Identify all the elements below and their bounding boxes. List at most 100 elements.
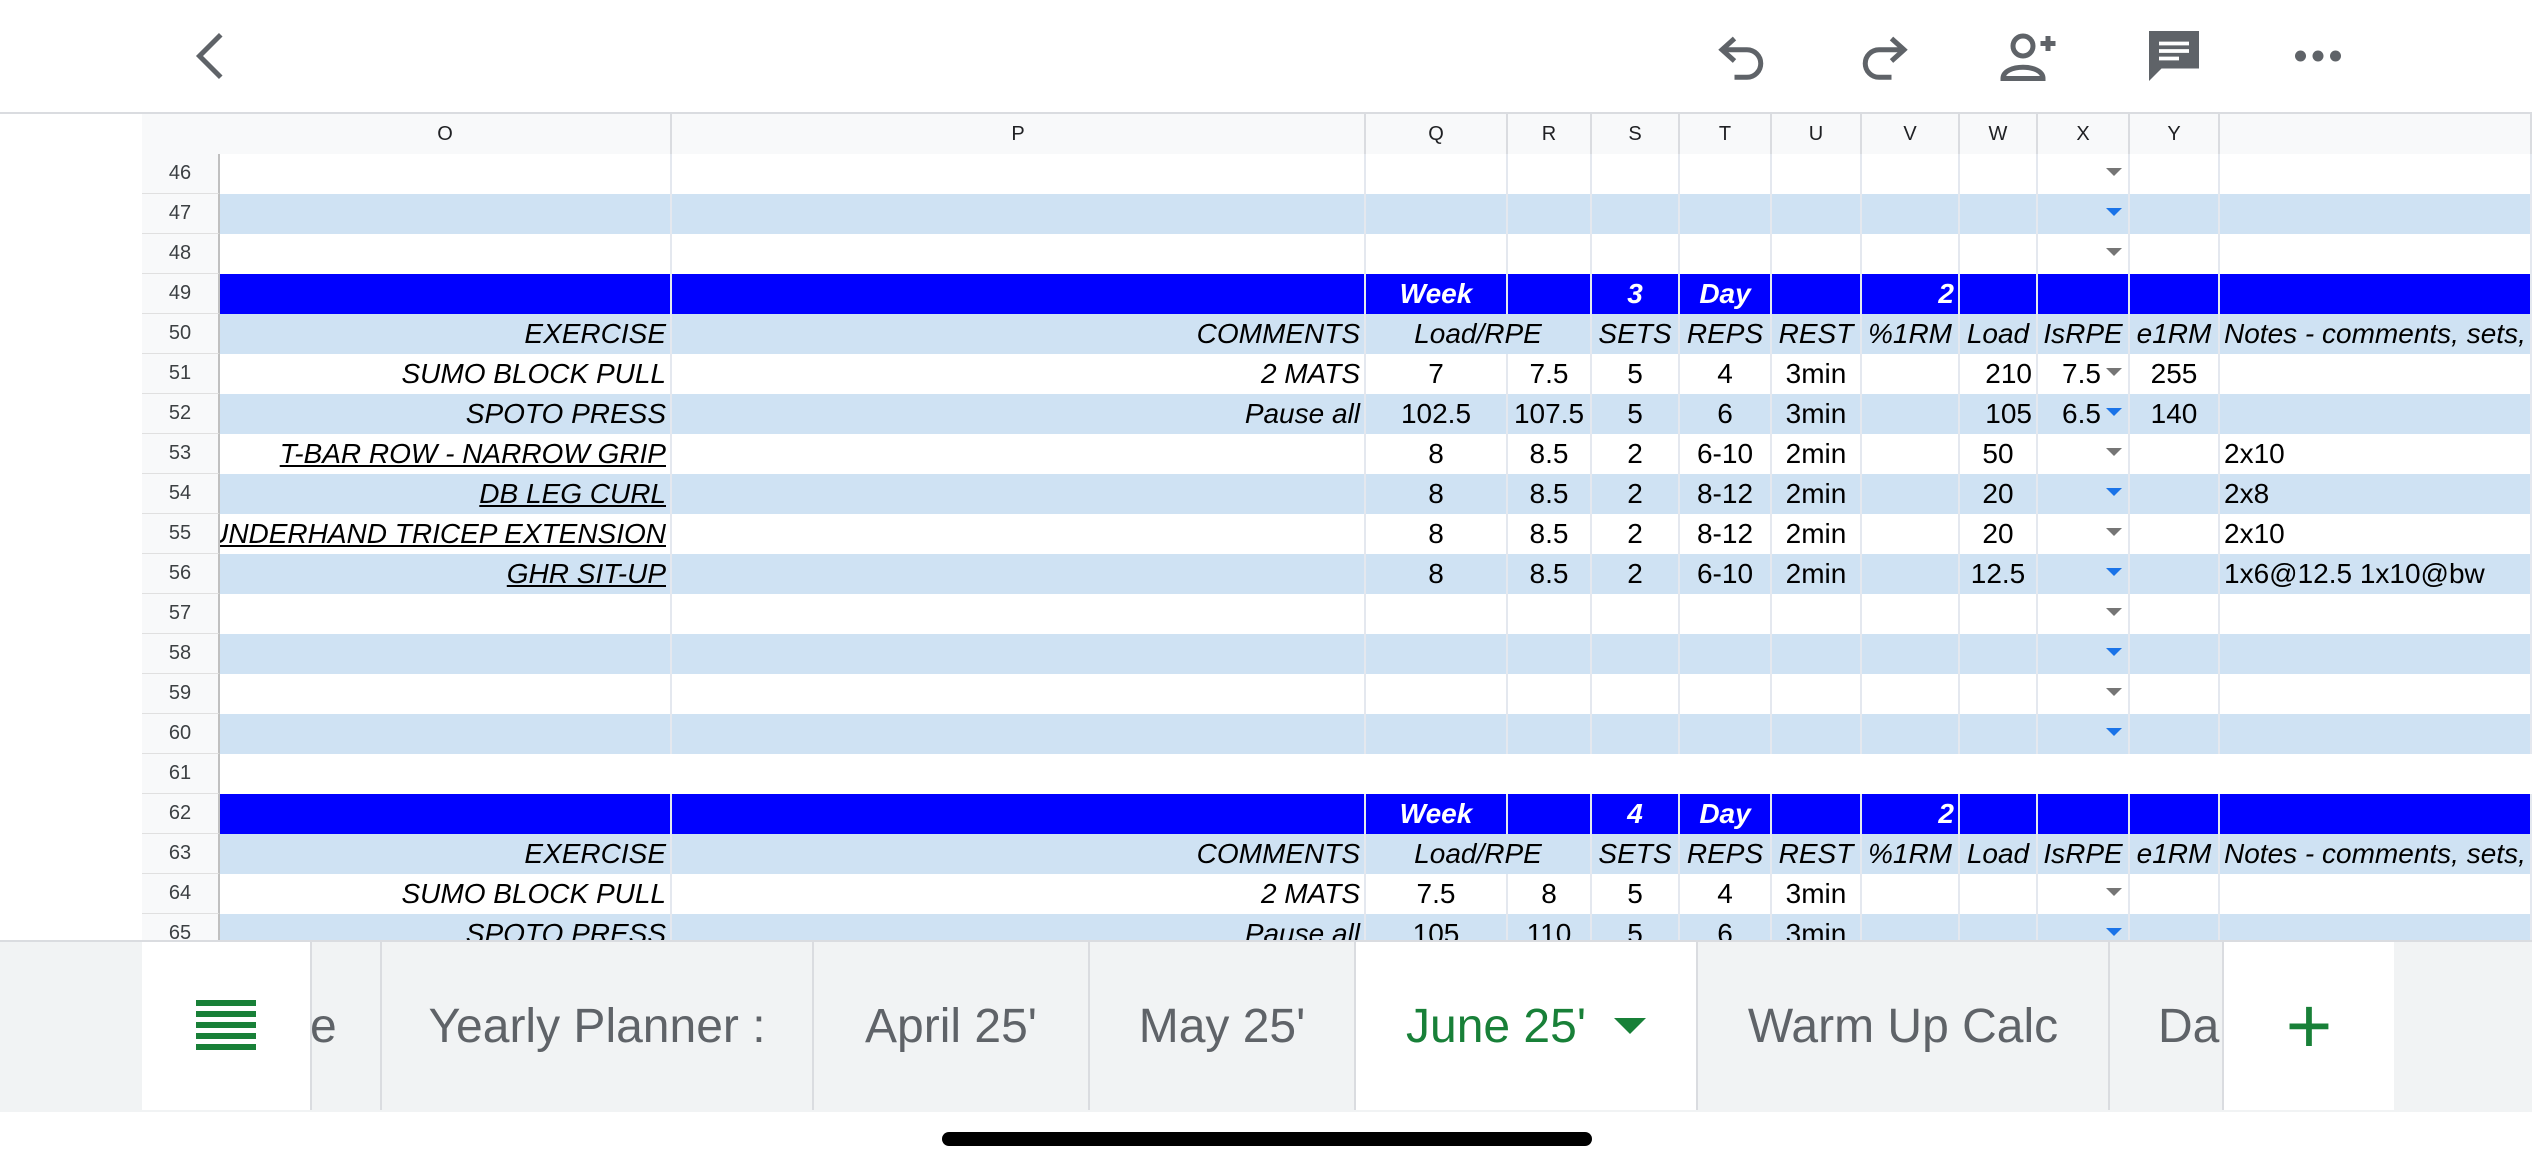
cell-y[interactable] (2130, 194, 2220, 234)
day-value[interactable]: 2 (1862, 274, 1960, 314)
cell-r[interactable] (1508, 794, 1592, 834)
row-number[interactable]: 51 (142, 354, 220, 394)
sets-header[interactable]: SETS (1592, 834, 1680, 874)
exercise-header[interactable]: EXERCISE (220, 314, 672, 354)
rest-header[interactable]: REST (1772, 834, 1862, 874)
cell-x-dropdown[interactable] (2038, 554, 2130, 594)
comments-cell[interactable] (672, 474, 1366, 514)
e1rm-header[interactable]: e1RM (2130, 834, 2220, 874)
cell-r[interactable] (1508, 234, 1592, 274)
cell-y[interactable] (2130, 274, 2220, 314)
row-number[interactable]: 48 (142, 234, 220, 274)
cell-p[interactable] (672, 794, 1366, 834)
rpe-target-cell[interactable]: 8.5 (1508, 554, 1592, 594)
cell-w[interactable] (1960, 194, 2038, 234)
cell-p[interactable] (672, 154, 1366, 194)
cell-r[interactable] (1508, 154, 1592, 194)
column-header-u[interactable]: U (1772, 114, 1862, 154)
exercise-header[interactable]: EXERCISE (220, 834, 672, 874)
column-header-p[interactable]: P (672, 114, 1366, 154)
undo-button[interactable] (1710, 24, 1774, 88)
e1rm-header[interactable]: e1RM (2130, 314, 2220, 354)
cell-x-dropdown[interactable] (2038, 194, 2130, 234)
cell-r[interactable] (1508, 274, 1592, 314)
load-rpe-cell[interactable]: 7.5 (1366, 874, 1508, 914)
cell-r[interactable] (1508, 674, 1592, 714)
row-number[interactable]: 58 (142, 634, 220, 674)
row-number[interactable]: 52 (142, 394, 220, 434)
rpe-target-cell[interactable]: 8.5 (1508, 514, 1592, 554)
sheet-tab-april[interactable]: April 25' (814, 942, 1090, 1110)
cell-y[interactable] (2130, 154, 2220, 194)
redo-button[interactable] (1852, 24, 1916, 88)
sets-cell[interactable]: 5 (1592, 914, 1680, 940)
cell-u[interactable] (1772, 674, 1862, 714)
rest-cell[interactable]: 2min (1772, 554, 1862, 594)
comments-cell[interactable] (672, 514, 1366, 554)
e1rm-cell[interactable] (2130, 554, 2220, 594)
cell-p[interactable] (672, 714, 1366, 754)
rest-header[interactable]: REST (1772, 314, 1862, 354)
dropdown-arrow-icon[interactable] (2106, 408, 2122, 416)
cell-x-dropdown[interactable] (2038, 714, 2130, 754)
week-label[interactable]: Week (1366, 794, 1508, 834)
column-header-s[interactable]: S (1592, 114, 1680, 154)
cell-u[interactable] (1772, 234, 1862, 274)
load-cell[interactable]: 210 (1960, 354, 2038, 394)
notes-header[interactable]: Notes - comments, sets, r (2220, 314, 2532, 354)
week-label[interactable]: Week (1366, 274, 1508, 314)
cell-t[interactable] (1680, 594, 1772, 634)
cell-v[interactable] (1862, 674, 1960, 714)
column-header-v[interactable]: V (1862, 114, 1960, 154)
cell-y[interactable] (2130, 594, 2220, 634)
e1rm-cell[interactable] (2130, 874, 2220, 914)
week-value[interactable]: 3 (1592, 274, 1680, 314)
cell-q[interactable] (1366, 594, 1508, 634)
cell-y[interactable] (2130, 674, 2220, 714)
cell-v[interactable] (1862, 234, 1960, 274)
pct-1rm-cell[interactable] (1862, 554, 1960, 594)
sheet-tab-june[interactable]: June 25' (1356, 942, 1698, 1110)
e1rm-cell[interactable] (2130, 914, 2220, 940)
cell-y[interactable] (2130, 634, 2220, 674)
dropdown-arrow-icon[interactable] (2106, 168, 2122, 176)
cell-notes[interactable] (2220, 274, 2532, 314)
column-header-y[interactable]: Y (2130, 114, 2220, 154)
row-number[interactable]: 55 (142, 514, 220, 554)
cell-q[interactable] (1366, 714, 1508, 754)
row-number[interactable]: 57 (142, 594, 220, 634)
add-sheet-button[interactable]: + (2224, 942, 2394, 1110)
reps-cell[interactable]: 4 (1680, 354, 1772, 394)
sets-cell[interactable]: 5 (1592, 874, 1680, 914)
cell-w[interactable] (1960, 594, 2038, 634)
cell-w[interactable] (1960, 234, 2038, 274)
sets-cell[interactable]: 2 (1592, 434, 1680, 474)
isrpe-header[interactable]: IsRPE (2038, 834, 2130, 874)
cell-w[interactable] (1960, 794, 2038, 834)
cell-p[interactable] (672, 194, 1366, 234)
cell-s[interactable] (1592, 154, 1680, 194)
cell-u[interactable] (1772, 714, 1862, 754)
cell-notes[interactable] (2220, 634, 2532, 674)
sets-cell[interactable]: 2 (1592, 514, 1680, 554)
spreadsheet-grid[interactable]: O P Q R S T U V W X Y 46 47 48 49 Week 3… (0, 114, 2532, 940)
load-cell[interactable] (1960, 874, 2038, 914)
cell-t[interactable] (1680, 674, 1772, 714)
notes-cell[interactable] (2220, 354, 2532, 394)
load-cell[interactable]: 12.5 (1960, 554, 2038, 594)
column-header-w[interactable]: W (1960, 114, 2038, 154)
row-number[interactable]: 46 (142, 154, 220, 194)
notes-cell[interactable]: 2x8 (2220, 474, 2532, 514)
dropdown-arrow-icon[interactable] (2106, 728, 2122, 736)
rpe-target-cell[interactable]: 110 (1508, 914, 1592, 940)
notes-header[interactable]: Notes - comments, sets, r (2220, 834, 2532, 874)
cell-notes[interactable] (2220, 234, 2532, 274)
sets-cell[interactable]: 2 (1592, 474, 1680, 514)
cell-v[interactable] (1862, 194, 1960, 234)
column-header-z[interactable] (2220, 114, 2532, 154)
cell-p[interactable] (672, 234, 1366, 274)
row-number[interactable]: 59 (142, 674, 220, 714)
cell-y[interactable] (2130, 794, 2220, 834)
cell-o[interactable] (220, 714, 672, 754)
load-rpe-header[interactable]: Load/RPE (1366, 314, 1592, 354)
